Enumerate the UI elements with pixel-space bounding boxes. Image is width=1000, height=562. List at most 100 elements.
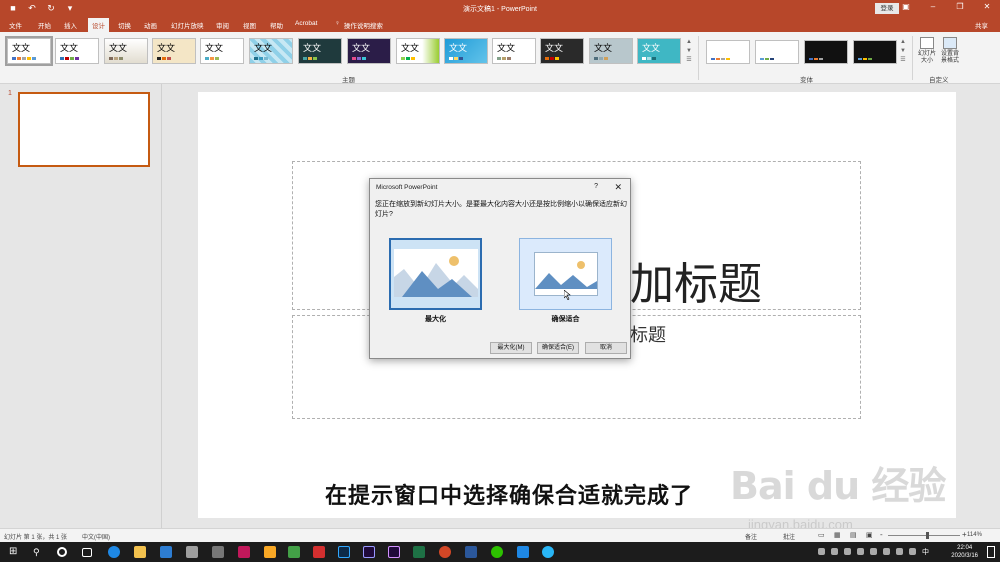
maximize-button[interactable]: 最大化(M): [490, 342, 532, 354]
theme-6[interactable]: 文文: [249, 38, 293, 64]
theme-9[interactable]: 文文: [396, 38, 440, 64]
powerpoint-icon[interactable]: [439, 546, 451, 558]
theme-7[interactable]: 文文: [298, 38, 342, 64]
theme-8[interactable]: 文文: [347, 38, 391, 64]
share-button[interactable]: 共享: [975, 20, 988, 30]
slide-size-button[interactable]: 幻灯片 大小: [917, 37, 937, 65]
theme-10[interactable]: 文文: [444, 38, 488, 64]
tab-file[interactable]: 文件: [9, 20, 22, 30]
app-icon[interactable]: [186, 546, 198, 558]
tutorial-caption: 在提示窗口中选择确保合适就完成了: [325, 484, 694, 509]
tab-home[interactable]: 开始: [38, 20, 51, 30]
theme-4[interactable]: 文文: [152, 38, 196, 64]
app-icon[interactable]: [264, 546, 276, 558]
after-effects-icon[interactable]: [363, 546, 375, 558]
tray-icon[interactable]: [831, 548, 838, 555]
variant-2[interactable]: [755, 40, 799, 64]
tab-view[interactable]: 视图: [243, 20, 256, 30]
cortana-icon[interactable]: [57, 547, 67, 557]
theme-2[interactable]: 文文: [55, 38, 99, 64]
chevron-up-icon[interactable]: ▲: [686, 39, 692, 45]
variant-3[interactable]: [804, 40, 848, 64]
app-icon[interactable]: [517, 546, 529, 558]
zoom-slider-thumb[interactable]: [926, 532, 929, 539]
tab-animations[interactable]: 动画: [144, 20, 157, 30]
tray-icon[interactable]: [870, 548, 877, 555]
system-tray: [818, 548, 916, 555]
store-icon[interactable]: [160, 546, 172, 558]
volume-icon[interactable]: [909, 548, 916, 555]
variant-4[interactable]: [853, 40, 897, 64]
tray-icon[interactable]: [883, 548, 890, 555]
photoshop-icon[interactable]: [338, 546, 350, 558]
premiere-icon[interactable]: [388, 546, 400, 558]
help-icon[interactable]: ?: [594, 183, 598, 190]
tray-icon[interactable]: [844, 548, 851, 555]
minimize-icon[interactable]: –: [928, 2, 938, 11]
search-icon[interactable]: ⚲: [33, 546, 45, 558]
acrobat-icon[interactable]: [313, 546, 325, 558]
app-icon[interactable]: [542, 546, 554, 558]
theme-13[interactable]: 文文: [589, 38, 633, 64]
clock[interactable]: 22:04 2020/3/16: [951, 544, 978, 560]
start-icon[interactable]: ⊞: [9, 546, 21, 558]
tab-transitions[interactable]: 切换: [118, 20, 131, 30]
ensure-fit-option[interactable]: [519, 238, 612, 310]
excel-icon[interactable]: [413, 546, 425, 558]
tab-insert[interactable]: 插入: [64, 20, 77, 30]
tell-me-search[interactable]: ♀ 操作说明搜索: [335, 20, 383, 30]
chevron-down-icon[interactable]: ▼: [686, 48, 692, 54]
ribbon-display-icon[interactable]: ▣: [901, 2, 911, 11]
ime-indicator[interactable]: 中: [922, 547, 929, 557]
comments-button[interactable]: 批注: [783, 532, 795, 541]
close-icon[interactable]: ✕: [614, 182, 622, 193]
zoom-out-icon[interactable]: -: [880, 530, 883, 539]
variants-group-label: 变体: [800, 77, 813, 84]
login-button[interactable]: 登录: [875, 3, 899, 14]
maximize-option[interactable]: [389, 238, 482, 310]
edge-icon[interactable]: [108, 546, 120, 558]
zoom-level[interactable]: 114%: [967, 532, 982, 538]
cancel-button[interactable]: 取消: [585, 342, 627, 354]
theme-12[interactable]: 文文: [540, 38, 584, 64]
tray-icon[interactable]: [857, 548, 864, 555]
tab-slideshow[interactable]: 幻灯片放映: [171, 20, 204, 30]
zoom-in-icon[interactable]: +: [962, 530, 967, 539]
theme-11[interactable]: 文文: [492, 38, 536, 64]
slide-thumbnail[interactable]: [18, 92, 150, 167]
theme-5[interactable]: 文文: [200, 38, 244, 64]
tab-design[interactable]: 设计: [88, 18, 109, 32]
close-icon[interactable]: ✕: [982, 2, 992, 11]
slideshow-icon[interactable]: ▣: [866, 531, 873, 539]
restore-icon[interactable]: ❐: [955, 2, 965, 11]
task-view-icon[interactable]: [82, 548, 92, 557]
zoom-slider[interactable]: [888, 535, 960, 536]
wechat-icon[interactable]: [491, 546, 503, 558]
theme-3[interactable]: 文文: [104, 38, 148, 64]
more-icon[interactable]: ☰: [686, 57, 691, 63]
themes-scroll[interactable]: ▲ ▼ ☰: [684, 38, 694, 66]
format-background-button[interactable]: 设置背 景格式: [939, 37, 961, 65]
window-title: 演示文稿1 - PowerPoint: [463, 6, 537, 13]
normal-view-icon[interactable]: ▭: [818, 531, 825, 539]
variants-scroll[interactable]: ▲ ▼ ☰: [898, 38, 908, 66]
word-icon[interactable]: [465, 546, 477, 558]
notification-icon[interactable]: [987, 546, 995, 558]
app-icon[interactable]: [288, 546, 300, 558]
variant-1[interactable]: [706, 40, 750, 64]
app-icon[interactable]: [212, 546, 224, 558]
network-icon[interactable]: [896, 548, 903, 555]
tray-icon[interactable]: [818, 548, 825, 555]
notes-button[interactable]: 备注: [745, 532, 757, 541]
tab-acrobat[interactable]: Acrobat: [295, 20, 317, 27]
theme-14[interactable]: 文文: [637, 38, 681, 64]
reading-view-icon[interactable]: ▤: [850, 531, 857, 539]
ensure-fit-button[interactable]: 确保适合(E): [537, 342, 579, 354]
file-explorer-icon[interactable]: [134, 546, 146, 558]
language-status[interactable]: 中文(中国): [82, 532, 110, 541]
app-icon[interactable]: [238, 546, 250, 558]
tab-help[interactable]: 帮助: [270, 20, 283, 30]
tab-review[interactable]: 审阅: [216, 20, 229, 30]
theme-office[interactable]: 文文: [5, 36, 53, 66]
slide-sorter-icon[interactable]: ▦: [834, 531, 841, 539]
